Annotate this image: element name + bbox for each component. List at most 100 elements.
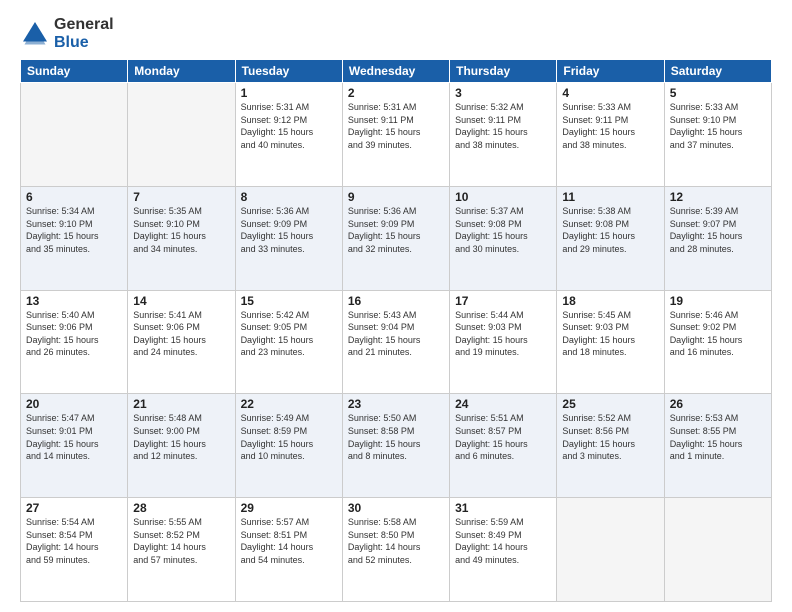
- day-number: 27: [26, 501, 122, 515]
- calendar-cell: 25Sunrise: 5:52 AMSunset: 8:56 PMDayligh…: [557, 394, 664, 498]
- header: General Blue: [20, 16, 772, 51]
- day-number: 7: [133, 190, 229, 204]
- day-info: Sunrise: 5:41 AMSunset: 9:06 PMDaylight:…: [133, 309, 229, 359]
- day-info: Sunrise: 5:59 AMSunset: 8:49 PMDaylight:…: [455, 516, 551, 566]
- day-info: Sunrise: 5:50 AMSunset: 8:58 PMDaylight:…: [348, 412, 444, 462]
- day-info: Sunrise: 5:46 AMSunset: 9:02 PMDaylight:…: [670, 309, 766, 359]
- weekday-wednesday: Wednesday: [342, 60, 449, 83]
- day-info: Sunrise: 5:45 AMSunset: 9:03 PMDaylight:…: [562, 309, 658, 359]
- calendar-cell: 3Sunrise: 5:32 AMSunset: 9:11 PMDaylight…: [450, 83, 557, 187]
- day-info: Sunrise: 5:44 AMSunset: 9:03 PMDaylight:…: [455, 309, 551, 359]
- day-info: Sunrise: 5:34 AMSunset: 9:10 PMDaylight:…: [26, 205, 122, 255]
- calendar-cell: 14Sunrise: 5:41 AMSunset: 9:06 PMDayligh…: [128, 290, 235, 394]
- day-number: 6: [26, 190, 122, 204]
- calendar-cell: 17Sunrise: 5:44 AMSunset: 9:03 PMDayligh…: [450, 290, 557, 394]
- calendar-cell: 21Sunrise: 5:48 AMSunset: 9:00 PMDayligh…: [128, 394, 235, 498]
- day-number: 19: [670, 294, 766, 308]
- calendar-cell: 9Sunrise: 5:36 AMSunset: 9:09 PMDaylight…: [342, 186, 449, 290]
- calendar-cell: 12Sunrise: 5:39 AMSunset: 9:07 PMDayligh…: [664, 186, 771, 290]
- day-number: 3: [455, 86, 551, 100]
- day-info: Sunrise: 5:58 AMSunset: 8:50 PMDaylight:…: [348, 516, 444, 566]
- day-info: Sunrise: 5:37 AMSunset: 9:08 PMDaylight:…: [455, 205, 551, 255]
- day-number: 2: [348, 86, 444, 100]
- logo-text: General Blue: [54, 16, 114, 51]
- day-number: 18: [562, 294, 658, 308]
- calendar-cell: [21, 83, 128, 187]
- day-info: Sunrise: 5:36 AMSunset: 9:09 PMDaylight:…: [241, 205, 337, 255]
- day-number: 9: [348, 190, 444, 204]
- day-number: 22: [241, 397, 337, 411]
- calendar: SundayMondayTuesdayWednesdayThursdayFrid…: [20, 59, 772, 602]
- day-info: Sunrise: 5:55 AMSunset: 8:52 PMDaylight:…: [133, 516, 229, 566]
- calendar-cell: 19Sunrise: 5:46 AMSunset: 9:02 PMDayligh…: [664, 290, 771, 394]
- day-number: 21: [133, 397, 229, 411]
- week-row-1: 1Sunrise: 5:31 AMSunset: 9:12 PMDaylight…: [21, 83, 772, 187]
- day-info: Sunrise: 5:38 AMSunset: 9:08 PMDaylight:…: [562, 205, 658, 255]
- day-number: 10: [455, 190, 551, 204]
- calendar-cell: [664, 498, 771, 602]
- day-number: 13: [26, 294, 122, 308]
- calendar-cell: 20Sunrise: 5:47 AMSunset: 9:01 PMDayligh…: [21, 394, 128, 498]
- calendar-cell: 24Sunrise: 5:51 AMSunset: 8:57 PMDayligh…: [450, 394, 557, 498]
- calendar-cell: [557, 498, 664, 602]
- day-number: 29: [241, 501, 337, 515]
- calendar-cell: 28Sunrise: 5:55 AMSunset: 8:52 PMDayligh…: [128, 498, 235, 602]
- logo: General Blue: [20, 16, 114, 51]
- calendar-cell: 4Sunrise: 5:33 AMSunset: 9:11 PMDaylight…: [557, 83, 664, 187]
- day-info: Sunrise: 5:48 AMSunset: 9:00 PMDaylight:…: [133, 412, 229, 462]
- calendar-cell: 29Sunrise: 5:57 AMSunset: 8:51 PMDayligh…: [235, 498, 342, 602]
- day-number: 26: [670, 397, 766, 411]
- day-info: Sunrise: 5:33 AMSunset: 9:11 PMDaylight:…: [562, 101, 658, 151]
- day-number: 11: [562, 190, 658, 204]
- weekday-tuesday: Tuesday: [235, 60, 342, 83]
- weekday-sunday: Sunday: [21, 60, 128, 83]
- week-row-5: 27Sunrise: 5:54 AMSunset: 8:54 PMDayligh…: [21, 498, 772, 602]
- day-info: Sunrise: 5:35 AMSunset: 9:10 PMDaylight:…: [133, 205, 229, 255]
- calendar-cell: 30Sunrise: 5:58 AMSunset: 8:50 PMDayligh…: [342, 498, 449, 602]
- day-number: 20: [26, 397, 122, 411]
- day-number: 31: [455, 501, 551, 515]
- day-number: 17: [455, 294, 551, 308]
- calendar-cell: 15Sunrise: 5:42 AMSunset: 9:05 PMDayligh…: [235, 290, 342, 394]
- day-number: 28: [133, 501, 229, 515]
- day-info: Sunrise: 5:31 AMSunset: 9:11 PMDaylight:…: [348, 101, 444, 151]
- day-info: Sunrise: 5:32 AMSunset: 9:11 PMDaylight:…: [455, 101, 551, 151]
- day-info: Sunrise: 5:53 AMSunset: 8:55 PMDaylight:…: [670, 412, 766, 462]
- calendar-cell: 27Sunrise: 5:54 AMSunset: 8:54 PMDayligh…: [21, 498, 128, 602]
- day-number: 14: [133, 294, 229, 308]
- calendar-cell: 31Sunrise: 5:59 AMSunset: 8:49 PMDayligh…: [450, 498, 557, 602]
- day-number: 16: [348, 294, 444, 308]
- calendar-cell: 13Sunrise: 5:40 AMSunset: 9:06 PMDayligh…: [21, 290, 128, 394]
- day-number: 8: [241, 190, 337, 204]
- day-info: Sunrise: 5:36 AMSunset: 9:09 PMDaylight:…: [348, 205, 444, 255]
- calendar-cell: 7Sunrise: 5:35 AMSunset: 9:10 PMDaylight…: [128, 186, 235, 290]
- weekday-thursday: Thursday: [450, 60, 557, 83]
- day-number: 4: [562, 86, 658, 100]
- calendar-cell: 1Sunrise: 5:31 AMSunset: 9:12 PMDaylight…: [235, 83, 342, 187]
- calendar-cell: 10Sunrise: 5:37 AMSunset: 9:08 PMDayligh…: [450, 186, 557, 290]
- day-info: Sunrise: 5:47 AMSunset: 9:01 PMDaylight:…: [26, 412, 122, 462]
- weekday-friday: Friday: [557, 60, 664, 83]
- day-number: 15: [241, 294, 337, 308]
- day-info: Sunrise: 5:54 AMSunset: 8:54 PMDaylight:…: [26, 516, 122, 566]
- day-info: Sunrise: 5:52 AMSunset: 8:56 PMDaylight:…: [562, 412, 658, 462]
- calendar-cell: 16Sunrise: 5:43 AMSunset: 9:04 PMDayligh…: [342, 290, 449, 394]
- calendar-cell: 18Sunrise: 5:45 AMSunset: 9:03 PMDayligh…: [557, 290, 664, 394]
- week-row-4: 20Sunrise: 5:47 AMSunset: 9:01 PMDayligh…: [21, 394, 772, 498]
- day-number: 1: [241, 86, 337, 100]
- day-info: Sunrise: 5:49 AMSunset: 8:59 PMDaylight:…: [241, 412, 337, 462]
- day-info: Sunrise: 5:39 AMSunset: 9:07 PMDaylight:…: [670, 205, 766, 255]
- day-info: Sunrise: 5:33 AMSunset: 9:10 PMDaylight:…: [670, 101, 766, 151]
- day-number: 30: [348, 501, 444, 515]
- logo-icon: [20, 19, 50, 49]
- day-info: Sunrise: 5:31 AMSunset: 9:12 PMDaylight:…: [241, 101, 337, 151]
- calendar-cell: 2Sunrise: 5:31 AMSunset: 9:11 PMDaylight…: [342, 83, 449, 187]
- day-info: Sunrise: 5:43 AMSunset: 9:04 PMDaylight:…: [348, 309, 444, 359]
- day-number: 25: [562, 397, 658, 411]
- week-row-2: 6Sunrise: 5:34 AMSunset: 9:10 PMDaylight…: [21, 186, 772, 290]
- calendar-cell: 6Sunrise: 5:34 AMSunset: 9:10 PMDaylight…: [21, 186, 128, 290]
- week-row-3: 13Sunrise: 5:40 AMSunset: 9:06 PMDayligh…: [21, 290, 772, 394]
- calendar-cell: 23Sunrise: 5:50 AMSunset: 8:58 PMDayligh…: [342, 394, 449, 498]
- day-info: Sunrise: 5:40 AMSunset: 9:06 PMDaylight:…: [26, 309, 122, 359]
- day-number: 23: [348, 397, 444, 411]
